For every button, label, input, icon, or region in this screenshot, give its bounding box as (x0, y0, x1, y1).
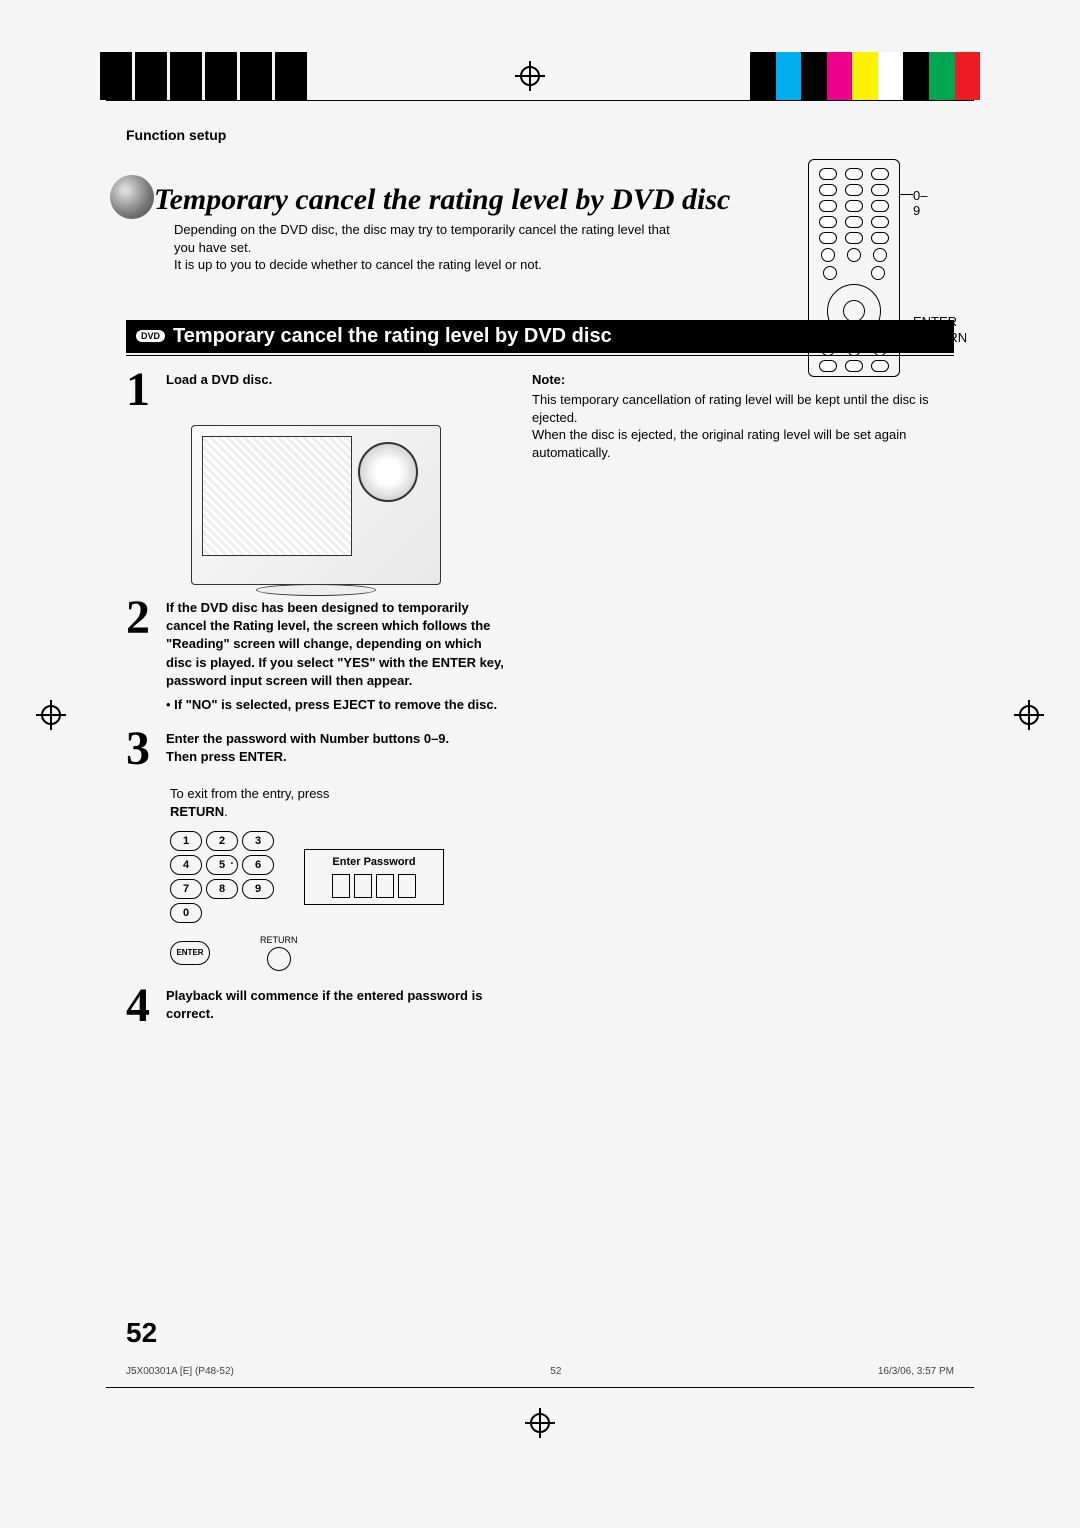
step-number: 4 (126, 987, 156, 1025)
step-3-hint-key: RETURN (170, 804, 224, 819)
step-3-hint-pre: To exit from the entry, press (170, 786, 329, 801)
key-1: 1 (170, 831, 202, 851)
crosshair-left (36, 700, 66, 730)
step-2-bullet: If "NO" is selected, press EJECT to remo… (174, 697, 497, 712)
remote-label-numbers: 0–9 (913, 188, 927, 218)
color-registration-bar (750, 52, 980, 100)
step-number: 2 (126, 599, 156, 714)
step-3-line1: Enter the password with Number buttons 0… (166, 731, 449, 746)
enter-button-icon: ENTER (170, 941, 210, 965)
note-line2: When the disc is ejected, the original r… (532, 426, 954, 462)
step-2: 2 If the DVD disc has been designed to t… (126, 599, 506, 714)
intro-line2: It is up to you to decide whether to can… (174, 257, 542, 272)
page-frame: Function setup Temporary cancel the rati… (106, 100, 974, 1388)
tv-load-disc-illustration (191, 425, 441, 585)
key-0: 0 (170, 903, 202, 923)
step-2-text: If the DVD disc has been designed to tem… (166, 600, 504, 688)
password-cell (332, 874, 350, 898)
key-4: 4 (170, 855, 202, 875)
return-label: RETURN (260, 935, 298, 945)
step-4: 4 Playback will commence if the entered … (126, 987, 506, 1025)
step-number: 3 (126, 730, 156, 768)
password-cell (354, 874, 372, 898)
enter-password-box: Enter Password (304, 849, 444, 905)
page-number: 52 (126, 1317, 157, 1349)
key-3: 3 (242, 831, 274, 851)
step-number: 1 (126, 371, 156, 409)
key-2: 2 (206, 831, 238, 851)
number-keypad: 1 2 3 4 5 6 7 8 9 0 (170, 831, 274, 923)
password-box-title: Enter Password (315, 856, 433, 868)
step-3-line2: Then press ENTER. (166, 749, 287, 764)
key-9: 9 (242, 879, 274, 899)
black-registration-bar (100, 52, 310, 100)
key-7: 7 (170, 879, 202, 899)
subsection-banner: DVD Temporary cancel the rating level by… (126, 320, 954, 353)
banner-text: Temporary cancel the rating level by DVD… (173, 325, 612, 348)
password-cell (376, 874, 394, 898)
intro-text: Depending on the DVD disc, the disc may … (174, 221, 674, 274)
note-column: Note: This temporary cancellation of rat… (532, 371, 954, 463)
crosshair-bottom (525, 1408, 555, 1438)
key-6: 6 (242, 855, 274, 875)
step-3-hint: To exit from the entry, press RETURN. (170, 785, 506, 821)
footer-center: 52 (550, 1366, 561, 1377)
password-cell (398, 874, 416, 898)
section-header: Function setup (126, 127, 954, 143)
note-line1: This temporary cancellation of rating le… (532, 391, 954, 427)
step-1-text: Load a DVD disc. (166, 372, 272, 387)
step-3-hint-post: . (224, 804, 228, 819)
return-button-icon (267, 947, 291, 971)
crosshair-right (1014, 700, 1044, 730)
key-8: 8 (206, 879, 238, 899)
dvd-badge: DVD (136, 330, 165, 342)
key-5: 5 (206, 855, 238, 875)
step-1: 1 Load a DVD disc. (126, 371, 506, 409)
title-bullet-icon (110, 175, 154, 219)
intro-line1: Depending on the DVD disc, the disc may … (174, 222, 670, 255)
footer-left: J5X00301A [E] (P48-52) (126, 1366, 234, 1377)
steps-column: 1 Load a DVD disc. 2 If the DVD disc has… (126, 371, 506, 1042)
page-footer: J5X00301A [E] (P48-52) 52 16/3/06, 3:57 … (126, 1366, 954, 1377)
step-4-text: Playback will commence if the entered pa… (166, 988, 482, 1021)
footer-right: 16/3/06, 3:57 PM (878, 1366, 954, 1377)
crosshair-top (515, 61, 545, 91)
step-3: 3 Enter the password with Number buttons… (126, 730, 506, 768)
